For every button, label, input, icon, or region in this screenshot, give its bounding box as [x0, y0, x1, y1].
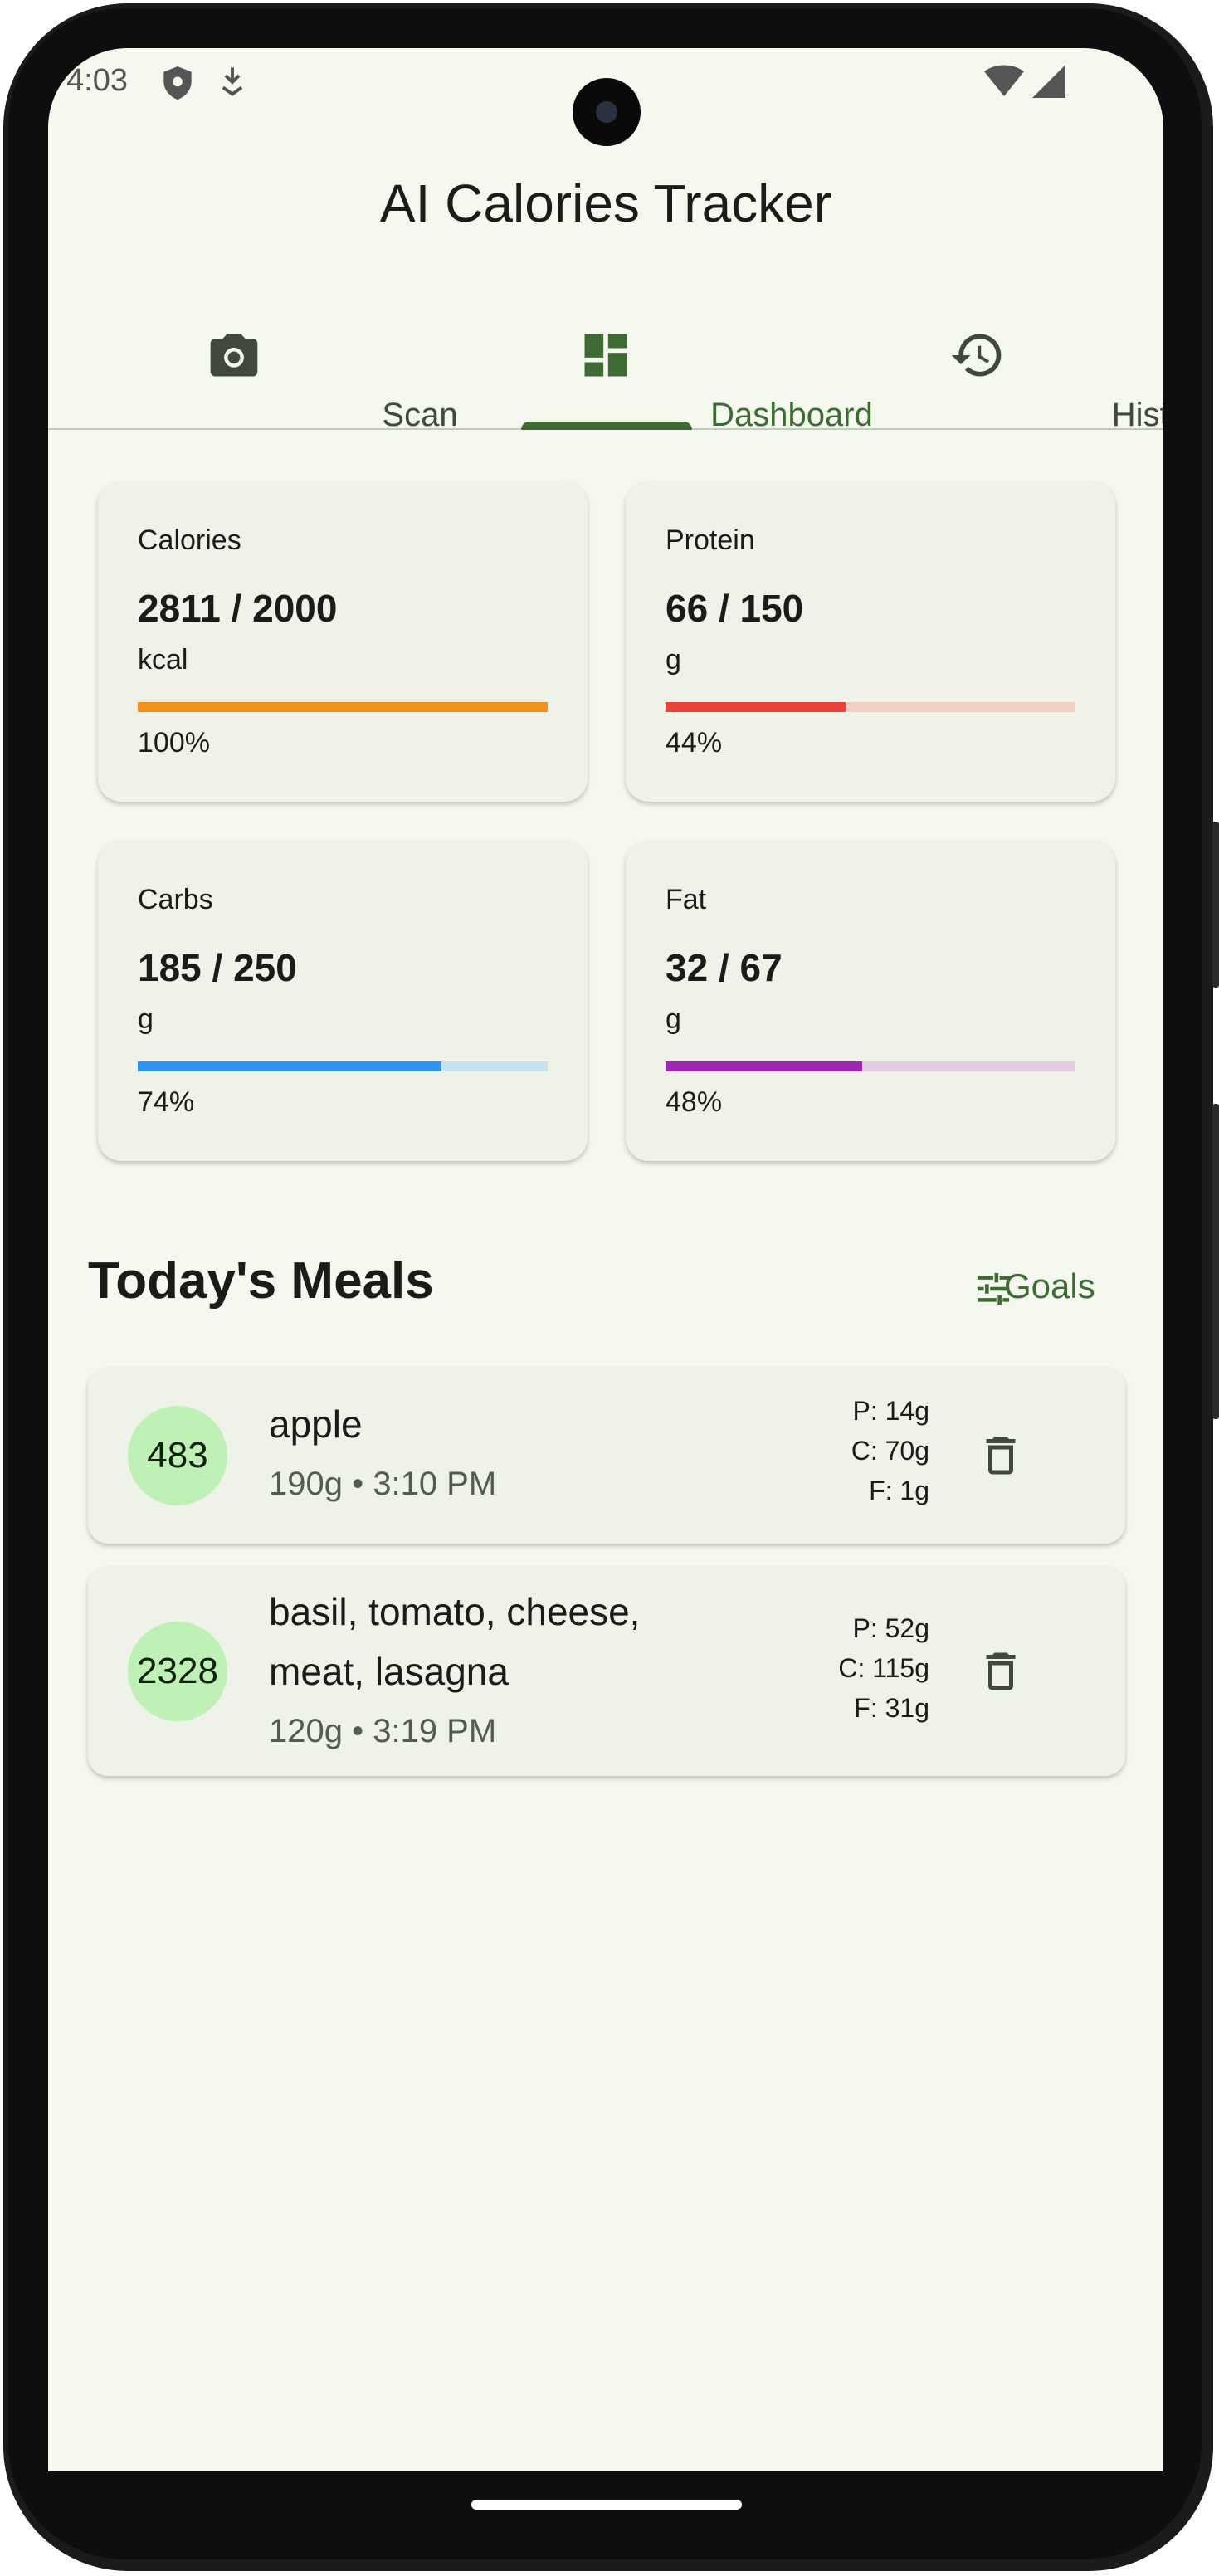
carbs-card: Carbs 185 / 250 g 74%	[98, 841, 588, 1161]
progress-fill	[666, 702, 846, 712]
signal-icon	[1032, 65, 1065, 102]
wifi-icon	[984, 65, 1024, 102]
status-time: 4:03	[66, 63, 128, 98]
front-camera	[573, 78, 641, 146]
tab-history[interactable]: History	[792, 281, 1163, 433]
macro-carbs: C: 70g	[851, 1436, 929, 1466]
calories-card: Calories 2811 / 2000 kcal 100%	[98, 481, 588, 802]
stat-percent: 44%	[666, 727, 723, 759]
meal-item[interactable]: 483 apple 190g • 3:10 PM P: 14g C: 70g F…	[88, 1368, 1125, 1544]
progress-fill	[666, 1061, 863, 1071]
download-icon	[219, 65, 246, 104]
macros: P: 14g C: 70g F: 1g	[851, 1391, 929, 1510]
stat-label: Protein	[666, 524, 755, 556]
calorie-badge: 483	[128, 1406, 227, 1505]
shield-icon	[161, 65, 194, 105]
volume-button	[1212, 822, 1219, 988]
meal-name-line: basil, tomato, cheese,	[269, 1590, 641, 1633]
tab-scan[interactable]: Scan	[48, 281, 458, 433]
stat-label: Carbs	[138, 884, 213, 915]
power-button	[1212, 1104, 1219, 1419]
meal-name-line: meat, lasagna	[269, 1650, 509, 1693]
history-icon	[949, 327, 1006, 383]
stat-unit: g	[138, 1003, 154, 1035]
tab-dashboard[interactable]: Dashboard	[420, 281, 873, 433]
stat-value: 66 / 150	[666, 587, 804, 630]
stat-percent: 48%	[666, 1086, 723, 1118]
device-frame: 4:03 AI Calories Tracker Scan Dashboard …	[0, 0, 1219, 2576]
dashboard-icon	[578, 327, 634, 383]
macro-carbs: C: 115g	[838, 1653, 929, 1683]
goals-label: Goals	[1004, 1266, 1095, 1305]
progress-bar	[666, 702, 1075, 712]
protein-card: Protein 66 / 150 g 44%	[626, 481, 1115, 802]
tab-bar: Scan Dashboard History	[48, 281, 1163, 433]
meal-item[interactable]: 2328 basil, tomato, cheese, meat, lasagn…	[88, 1567, 1125, 1776]
calorie-badge: 2328	[128, 1622, 227, 1721]
progress-bar	[138, 1061, 548, 1071]
stat-value: 2811 / 2000	[138, 587, 338, 630]
section-title: Today's Meals	[88, 1252, 434, 1310]
active-tab-indicator	[521, 422, 692, 430]
delete-icon[interactable]	[976, 1431, 1026, 1481]
stat-unit: g	[666, 644, 681, 676]
progress-bar	[666, 1061, 1075, 1071]
meal-name: apple	[269, 1403, 363, 1446]
stat-percent: 74%	[138, 1086, 195, 1118]
tab-label: History	[1111, 397, 1163, 433]
home-indicator[interactable]	[471, 2500, 742, 2510]
macro-fat: F: 1g	[869, 1476, 929, 1505]
stat-label: Fat	[666, 884, 707, 915]
stat-percent: 100%	[138, 727, 210, 759]
macros: P: 52g C: 115g F: 31g	[838, 1608, 929, 1728]
app-screen: 4:03 AI Calories Tracker Scan Dashboard …	[48, 48, 1163, 2471]
macro-fat: F: 31g	[854, 1693, 929, 1723]
progress-bar	[138, 702, 548, 712]
meal-detail: 190g • 3:10 PM	[269, 1466, 497, 1502]
progress-fill	[138, 1061, 441, 1071]
fat-card: Fat 32 / 67 g 48%	[626, 841, 1115, 1161]
goals-button[interactable]: Goals	[928, 1258, 1143, 1316]
macro-protein: P: 52g	[852, 1613, 929, 1643]
meal-name: basil, tomato, cheese, meat, lasagna	[269, 1582, 640, 1701]
stat-value: 32 / 67	[666, 946, 783, 989]
app-title: AI Calories Tracker	[379, 173, 832, 233]
delete-icon[interactable]	[976, 1647, 1026, 1696]
macro-protein: P: 14g	[852, 1396, 929, 1426]
camera-icon	[206, 327, 262, 383]
progress-fill	[138, 702, 548, 712]
stat-value: 185 / 250	[138, 946, 297, 989]
stat-label: Calories	[138, 524, 241, 556]
meal-detail: 120g • 3:19 PM	[269, 1713, 497, 1749]
stat-unit: g	[666, 1003, 681, 1035]
stat-unit: kcal	[138, 644, 188, 676]
